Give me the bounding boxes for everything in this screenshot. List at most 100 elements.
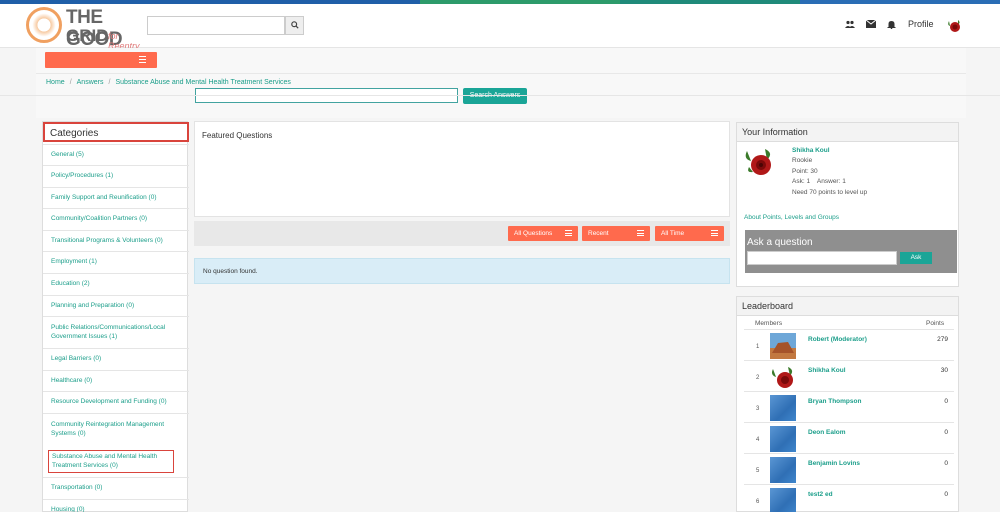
leaderboard-row: 1 Robert (Moderator) 279 bbox=[744, 329, 954, 360]
category-employment[interactable]: Employment (1) bbox=[43, 251, 189, 273]
breadcrumb-area: Home / Answers / Substance Abuse and Mental … bbox=[36, 74, 966, 118]
users-icon[interactable] bbox=[845, 20, 855, 32]
main-menu-button[interactable] bbox=[45, 52, 157, 68]
category-housing[interactable]: Housing (0) bbox=[43, 499, 189, 512]
filter-all-time-label: All Time bbox=[661, 230, 685, 237]
filter-recent-button[interactable]: Recent bbox=[582, 226, 650, 241]
category-public-relations[interactable]: Public Relations/Communications/Local Go… bbox=[43, 316, 189, 348]
featured-questions-panel: Featured Questions bbox=[194, 121, 730, 217]
member-avatar[interactable] bbox=[770, 426, 796, 452]
category-substance-abuse[interactable]: Substance Abuse and Mental Health Treatm… bbox=[48, 450, 174, 473]
no-question-alert: No question found. bbox=[194, 258, 730, 284]
featured-questions-title: Featured Questions bbox=[202, 131, 273, 140]
leaderboard-panel: Leaderboard Members Points 1 Robert (Mod… bbox=[736, 296, 959, 512]
filter-all-time-button[interactable]: All Time bbox=[655, 226, 724, 241]
site-logo[interactable]: THE GOOD GRID for Reentry bbox=[26, 6, 141, 51]
menu-bar bbox=[36, 48, 966, 74]
filter-recent-label: Recent bbox=[588, 230, 609, 237]
hamburger-icon bbox=[565, 230, 572, 236]
categories-sidebar: Categories General (5) Policy/Procedures… bbox=[42, 121, 189, 512]
leaderboard-title: Leaderboard bbox=[737, 297, 958, 316]
user-rank: Rookie bbox=[792, 157, 813, 164]
envelope-icon[interactable] bbox=[865, 19, 877, 31]
leaderboard-rank: 6 bbox=[756, 499, 760, 505]
category-resource-development[interactable]: Resource Development and Funding (0) bbox=[43, 391, 189, 413]
breadcrumb-answers[interactable]: Answers bbox=[77, 79, 104, 86]
about-points-link[interactable]: About Points, Levels and Groups bbox=[744, 214, 839, 221]
leaderboard-rank: 2 bbox=[756, 375, 760, 381]
category-transportation[interactable]: Transportation (0) bbox=[43, 477, 189, 499]
logo-mark-icon bbox=[26, 7, 62, 43]
leaderboard-member-name[interactable]: Robert (Moderator) bbox=[808, 336, 867, 343]
categories-title: Categories bbox=[43, 122, 189, 142]
hamburger-icon bbox=[711, 230, 718, 236]
user-avatar[interactable] bbox=[946, 17, 962, 33]
category-healthcare[interactable]: Healthcare (0) bbox=[43, 370, 189, 391]
bell-icon[interactable] bbox=[887, 20, 896, 32]
site-header: THE GOOD GRID for Reentry Profile bbox=[0, 4, 1000, 51]
breadcrumb-home[interactable]: Home bbox=[46, 79, 65, 86]
filter-all-questions-button[interactable]: All Questions bbox=[508, 226, 578, 241]
search-icon bbox=[290, 21, 299, 29]
category-community-partners[interactable]: Community/Coalition Partners (0) bbox=[43, 208, 189, 230]
user-next-level: Need 70 points to level up bbox=[792, 189, 868, 196]
leaderboard-member-points: 30 bbox=[940, 367, 948, 374]
leaderboard-member-name[interactable]: Shikha Koul bbox=[808, 367, 846, 374]
leaderboard-member-points: 279 bbox=[937, 336, 948, 343]
leaderboard-row: 5 Benjamin Lovins 0 bbox=[744, 453, 954, 484]
leaderboard-points-header: Points bbox=[926, 320, 945, 327]
leaderboard-row: 4 Deon Ealom 0 bbox=[744, 422, 954, 453]
category-transitional-programs[interactable]: Transitional Programs & Volunteers (0) bbox=[43, 230, 189, 251]
category-family-support[interactable]: Family Support and Reunification (0) bbox=[43, 187, 189, 208]
leaderboard-row: 3 Bryan Thompson 0 bbox=[744, 391, 954, 422]
hamburger-icon bbox=[139, 56, 146, 63]
leaderboard-members-header: Members bbox=[755, 320, 783, 327]
leaderboard-rank: 5 bbox=[756, 468, 760, 474]
member-avatar[interactable] bbox=[770, 488, 796, 512]
leaderboard-member-points: 0 bbox=[944, 460, 948, 467]
category-general[interactable]: General (5) bbox=[43, 144, 189, 165]
hamburger-icon bbox=[637, 230, 644, 236]
ask-button[interactable]: Ask bbox=[900, 252, 932, 264]
category-legal-barriers[interactable]: Legal Barriers (0) bbox=[43, 348, 189, 370]
breadcrumb-separator: / bbox=[69, 79, 72, 86]
filter-all-questions-label: All Questions bbox=[514, 230, 553, 237]
leaderboard-member-name[interactable]: test2 ed bbox=[808, 491, 833, 498]
ask-question-box: Ask a question Ask bbox=[745, 230, 957, 273]
leaderboard-rank: 3 bbox=[756, 406, 760, 412]
leaderboard-rank: 4 bbox=[756, 437, 760, 443]
your-information-panel: Your Information Shikha Koul Rookie Poin… bbox=[736, 122, 959, 287]
leaderboard-member-name[interactable]: Benjamin Lovins bbox=[808, 460, 860, 467]
leaderboard-row: 2 Shikha Koul 30 bbox=[744, 360, 954, 391]
user-avatar bbox=[745, 149, 771, 175]
member-avatar[interactable] bbox=[770, 395, 796, 421]
search-answers-button[interactable]: Search Answers bbox=[463, 88, 527, 104]
breadcrumb-separator: / bbox=[108, 79, 111, 86]
user-ask-answer: Ask: 1 Answer: 1 bbox=[792, 178, 846, 185]
profile-link[interactable]: Profile bbox=[908, 19, 934, 29]
member-avatar[interactable] bbox=[770, 364, 796, 390]
category-planning[interactable]: Planning and Preparation (0) bbox=[43, 295, 189, 316]
user-points: Point: 30 bbox=[792, 168, 818, 175]
leaderboard-member-name[interactable]: Deon Ealom bbox=[808, 429, 846, 436]
header-divider bbox=[0, 95, 1000, 96]
leaderboard-member-points: 0 bbox=[944, 429, 948, 436]
your-information-title: Your Information bbox=[737, 123, 958, 142]
member-avatar[interactable] bbox=[770, 333, 796, 359]
leaderboard-row: 6 test2 ed 0 bbox=[744, 484, 954, 512]
leaderboard-member-name[interactable]: Bryan Thompson bbox=[808, 398, 861, 405]
logo-line2: GRID bbox=[66, 26, 109, 45]
category-education[interactable]: Education (2) bbox=[43, 273, 189, 295]
user-name-link[interactable]: Shikha Koul bbox=[792, 147, 830, 154]
category-reintegration-systems[interactable]: Community Reintegration Management Syste… bbox=[43, 413, 189, 445]
ask-question-title: Ask a question bbox=[747, 237, 813, 248]
leaderboard-member-points: 0 bbox=[944, 398, 948, 405]
leaderboard-rank: 1 bbox=[756, 344, 760, 350]
category-policy[interactable]: Policy/Procedures (1) bbox=[43, 165, 189, 187]
header-search-input[interactable] bbox=[147, 16, 285, 35]
breadcrumb-current[interactable]: Substance Abuse and Mental Health Treatm… bbox=[115, 79, 291, 86]
leaderboard-member-points: 0 bbox=[944, 491, 948, 498]
ask-question-input[interactable] bbox=[747, 251, 897, 265]
header-search-button[interactable] bbox=[285, 16, 304, 35]
member-avatar[interactable] bbox=[770, 457, 796, 483]
